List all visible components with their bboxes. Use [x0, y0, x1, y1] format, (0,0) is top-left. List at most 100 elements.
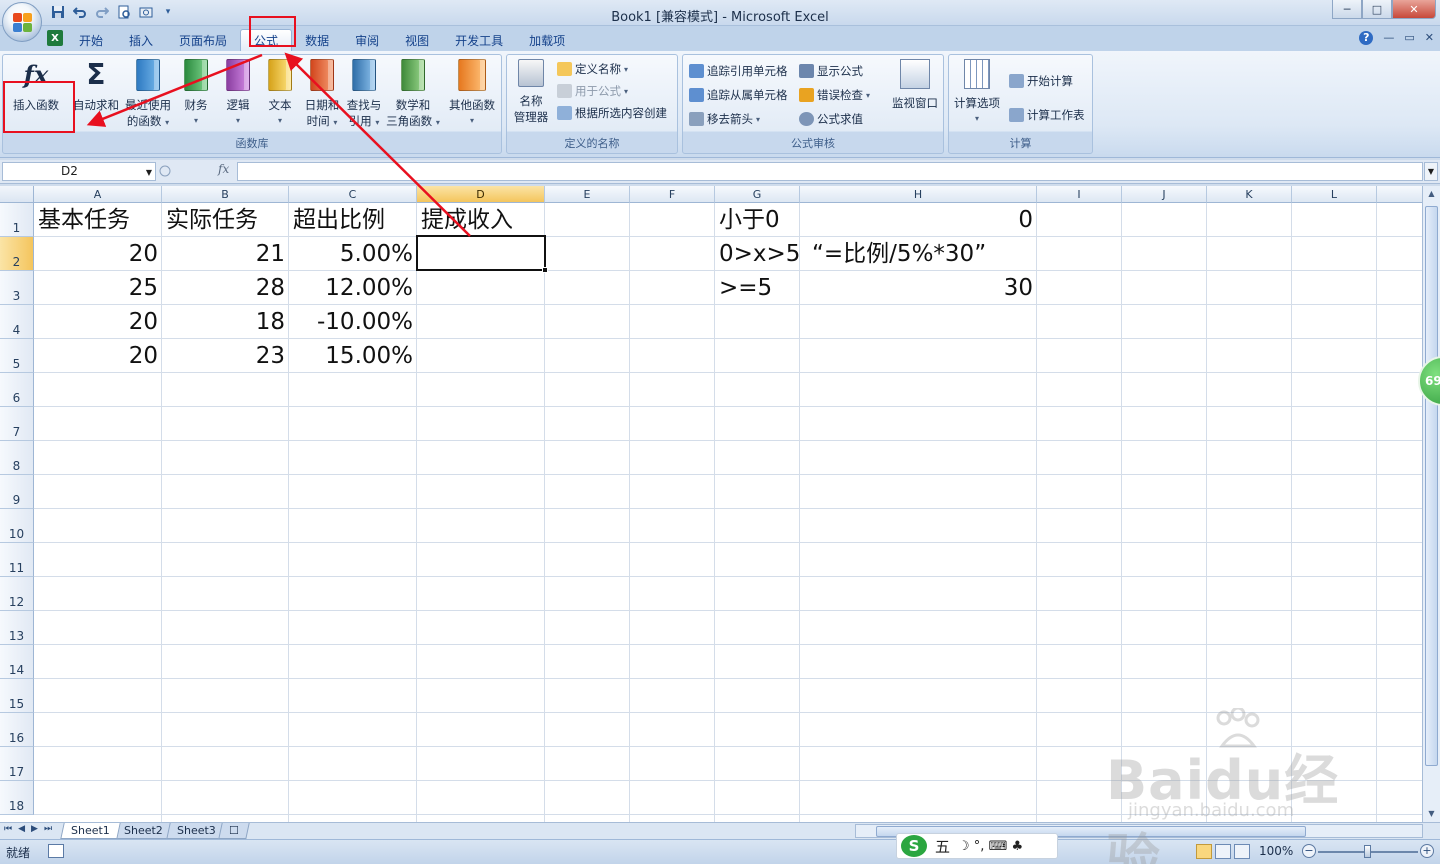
row-header-18[interactable]: 18 — [0, 781, 34, 815]
office-button[interactable] — [2, 2, 42, 42]
row-header-17[interactable]: 17 — [0, 747, 34, 781]
math-trig-button[interactable]: 数学和 三角函数 ▾ — [385, 59, 441, 131]
cell-a2[interactable]: 20 — [34, 237, 162, 271]
ribbon-minimize-button[interactable]: — — [1383, 31, 1394, 45]
tab-developer[interactable]: 开发工具 — [442, 29, 516, 51]
trace-precedents-button[interactable]: 追踪引用单元格 — [689, 63, 788, 79]
more-functions-button[interactable]: 其他函数 ▾ — [445, 59, 499, 129]
row-header-2[interactable]: 2 — [0, 237, 34, 271]
row-header-7[interactable]: 7 — [0, 407, 34, 441]
name-box[interactable]: D2 ▼ — [2, 162, 156, 181]
create-from-selection-button[interactable]: 根据所选内容创建 — [557, 105, 667, 121]
last-sheet-icon[interactable]: ⏭ — [44, 824, 52, 834]
autosum-button[interactable]: Σ 自动求和 — [71, 59, 121, 113]
column-header-a[interactable]: A — [34, 186, 162, 203]
vertical-scroll-thumb[interactable] — [1425, 206, 1438, 766]
cell-h2[interactable]: “=比例/5%*30” — [808, 237, 1037, 271]
row-header-14[interactable]: 14 — [0, 645, 34, 679]
cell-g3[interactable]: >=5 — [715, 271, 800, 305]
cell-b2[interactable]: 21 — [162, 237, 289, 271]
logical-button[interactable]: 逻辑 ▾ — [221, 59, 255, 129]
row-header-15[interactable]: 15 — [0, 679, 34, 713]
sheet-tab-sheet3[interactable]: Sheet3 — [165, 823, 227, 839]
column-header-m[interactable]: M — [1377, 186, 1422, 203]
formula-bar-expand-icon[interactable]: ▼ — [1424, 162, 1438, 181]
column-header-d[interactable]: D — [417, 186, 545, 203]
cell-a1[interactable]: 基本任务 — [34, 203, 162, 237]
help-icon[interactable]: ? — [1359, 31, 1374, 45]
excel-icon[interactable]: X — [47, 30, 63, 46]
row-header-8[interactable]: 8 — [0, 441, 34, 475]
ime-mode[interactable]: 五 — [935, 836, 950, 857]
zoom-in-icon[interactable]: + — [1420, 844, 1434, 858]
cell-g1[interactable]: 小于0 — [715, 203, 800, 237]
show-formulas-button[interactable]: 显示公式 — [799, 63, 863, 79]
tab-insert[interactable]: 插入 — [116, 29, 166, 51]
tab-add-ins[interactable]: 加载项 — [516, 29, 578, 51]
formula-input[interactable] — [237, 162, 1423, 181]
minimize-button[interactable]: ─ — [1332, 0, 1362, 19]
calculate-now-button[interactable]: 开始计算 — [1009, 73, 1073, 89]
cell-g2[interactable]: 0>x>5 — [715, 237, 800, 271]
scroll-down-icon[interactable]: ▼ — [1423, 806, 1440, 822]
tab-view[interactable]: 视图 — [392, 29, 442, 51]
cell-c1[interactable]: 超出比例 — [289, 203, 417, 237]
tab-review[interactable]: 审阅 — [342, 29, 392, 51]
cell-b4[interactable]: 18 — [162, 305, 289, 339]
row-header-12[interactable]: 12 — [0, 577, 34, 611]
recently-used-button[interactable]: 最近使用 的函数 ▾ — [121, 59, 175, 131]
maximize-button[interactable]: □ — [1362, 0, 1392, 19]
row-header-5[interactable]: 5 — [0, 339, 34, 373]
row-header-16[interactable]: 16 — [0, 713, 34, 747]
row-header-4[interactable]: 4 — [0, 305, 34, 339]
ime-status-icons[interactable]: ☽ °, ⌨ ♣ — [958, 839, 1023, 854]
prev-sheet-icon[interactable]: ◀ — [18, 824, 25, 834]
lookup-reference-button[interactable]: 查找与 引用 ▾ — [343, 59, 385, 131]
column-header-h[interactable]: H — [800, 186, 1037, 203]
macro-record-icon[interactable] — [48, 844, 64, 858]
cell-c5[interactable]: 15.00% — [289, 339, 417, 373]
row-header-10[interactable]: 10 — [0, 509, 34, 543]
sheet-tab-sheet2[interactable]: Sheet2 — [113, 823, 174, 839]
name-manager-button[interactable]: 名称 管理器 — [511, 59, 551, 125]
cell-h3[interactable]: 30 — [800, 271, 1037, 305]
error-checking-button[interactable]: 错误检查 ▾ — [799, 87, 870, 103]
column-header-f[interactable]: F — [630, 186, 715, 203]
fill-handle[interactable] — [542, 267, 548, 273]
vertical-scrollbar[interactable]: ▲ ▼ — [1422, 186, 1440, 822]
tab-home[interactable]: 开始 — [66, 29, 116, 51]
column-header-c[interactable]: C — [289, 186, 417, 203]
column-header-e[interactable]: E — [545, 186, 630, 203]
cell-b5[interactable]: 23 — [162, 339, 289, 373]
use-in-formula-button[interactable]: 用于公式 ▾ — [557, 83, 628, 99]
column-header-l[interactable]: L — [1292, 186, 1377, 203]
name-box-dropdown-icon[interactable]: ▼ — [146, 164, 152, 181]
remove-arrows-button[interactable]: 移去箭头 ▾ — [689, 111, 760, 127]
cell-c3[interactable]: 12.00% — [289, 271, 417, 305]
row-header-13[interactable]: 13 — [0, 611, 34, 645]
cell-a3[interactable]: 25 — [34, 271, 162, 305]
first-sheet-icon[interactable]: ⏮ — [4, 824, 12, 834]
row-header-9[interactable]: 9 — [0, 475, 34, 509]
close-button[interactable]: ✕ — [1392, 0, 1436, 19]
insert-function-fx-icon[interactable]: fx — [218, 162, 229, 176]
cell-h1[interactable]: 0 — [800, 203, 1037, 237]
cell-b1[interactable]: 实际任务 — [162, 203, 289, 237]
row-header-6[interactable]: 6 — [0, 373, 34, 407]
calculate-sheet-button[interactable]: 计算工作表 — [1009, 107, 1085, 123]
cell-d1[interactable]: 提成收入 — [417, 203, 545, 237]
watch-window-button[interactable]: 监视窗口 — [887, 59, 943, 111]
column-header-i[interactable]: I — [1037, 186, 1122, 203]
cell-c2[interactable]: 5.00% — [289, 237, 417, 271]
column-header-j[interactable]: J — [1122, 186, 1207, 203]
sheet-tab-sheet1[interactable]: Sheet1 — [60, 823, 121, 839]
column-header-g[interactable]: G — [715, 186, 800, 203]
column-header-b[interactable]: B — [162, 186, 289, 203]
ribbon-restore-button[interactable]: ▭ — [1404, 31, 1414, 45]
cell-b3[interactable]: 28 — [162, 271, 289, 305]
column-header-k[interactable]: K — [1207, 186, 1292, 203]
evaluate-formula-button[interactable]: 公式求值 — [799, 111, 863, 127]
trace-dependents-button[interactable]: 追踪从属单元格 — [689, 87, 788, 103]
active-cell-d2[interactable] — [416, 235, 546, 271]
text-button[interactable]: 文本 ▾ — [263, 59, 297, 129]
